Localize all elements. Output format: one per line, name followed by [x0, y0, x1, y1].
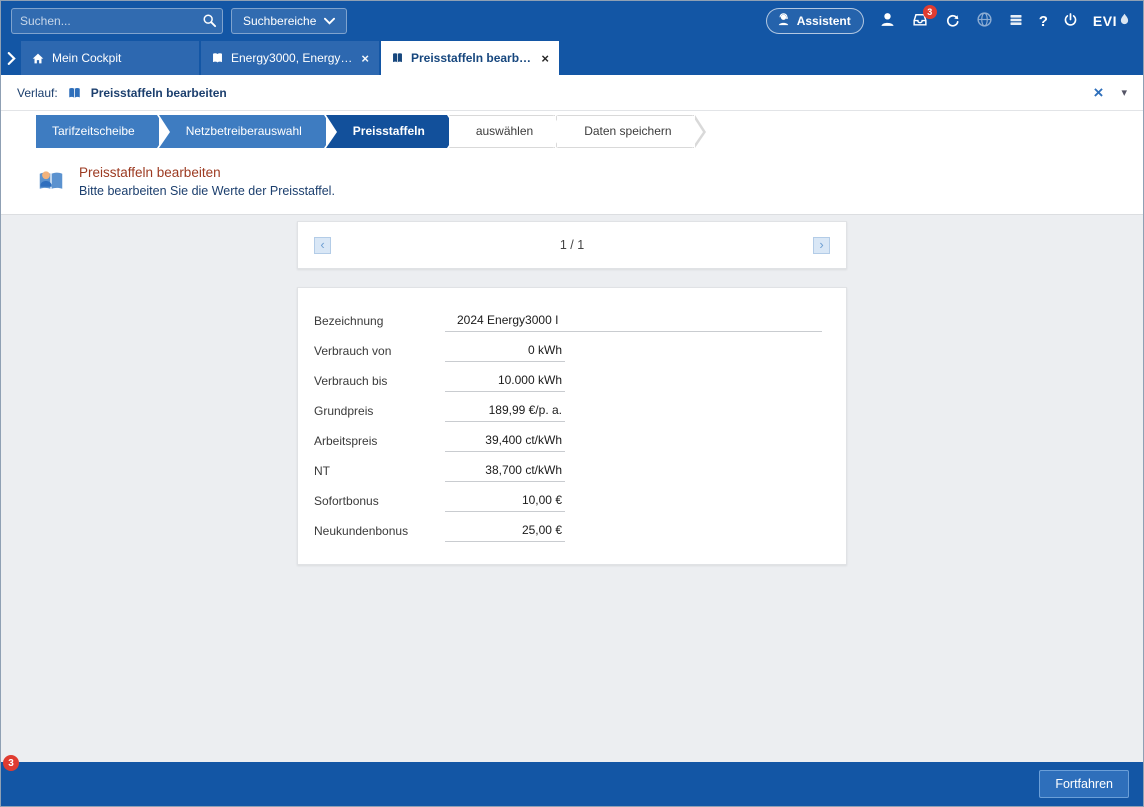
continue-button[interactable]: Fortfahren	[1039, 770, 1129, 798]
brand-logo: EVI	[1093, 13, 1129, 29]
pager-next-button[interactable]: ›	[813, 237, 830, 254]
topbar: Suchbereiche Assistent 3	[1, 1, 1143, 41]
tab[interactable]: Energy3000, Energy3... ×	[201, 41, 379, 75]
history-bar: Verlauf: Preisstaffeln bearbeiten × ▾	[1, 75, 1143, 111]
power-button[interactable]	[1063, 12, 1078, 31]
wizard-step-arrow	[695, 115, 706, 148]
search-box	[11, 8, 223, 34]
wizard-breadcrumb: Tarifzeitscheibe Netzbetreiberauswahl Pr…	[1, 111, 1143, 155]
page-subtitle: Bitte bearbeiten Sie die Werte der Preis…	[79, 184, 335, 198]
help-button[interactable]: ?	[1039, 13, 1048, 30]
field-label: Verbrauch bis	[314, 374, 445, 392]
inbox-button[interactable]: 3	[911, 11, 929, 31]
form-row: Neukundenbonus 25,00 €	[314, 512, 830, 542]
wizard-step[interactable]: Daten speichern	[557, 115, 693, 148]
wizard-step-label: Daten speichern	[584, 124, 671, 138]
power-icon	[1063, 12, 1078, 31]
form-row: Arbeitspreis 39,400 ct/kWh	[314, 422, 830, 452]
user-icon	[879, 11, 896, 31]
tab-icon	[211, 51, 224, 65]
application-window: Suchbereiche Assistent 3	[0, 0, 1144, 807]
page-header-text: Preisstaffeln bearbeiten Bitte bearbeite…	[79, 163, 335, 198]
redo-button[interactable]	[944, 12, 961, 31]
tab-close-icon[interactable]: ×	[541, 52, 549, 65]
field-input[interactable]: 189,99 €/p. a.	[445, 403, 565, 422]
pager-text: 1 / 1	[560, 238, 584, 252]
list-button[interactable]	[1008, 12, 1024, 31]
globe-user-icon	[976, 11, 993, 31]
globe-user-button[interactable]	[976, 11, 993, 31]
form-row: Bezeichnung 2024 Energy3000 I	[314, 302, 830, 332]
search-scope-label: Suchbereiche	[243, 14, 316, 28]
brand-droplet-icon	[1120, 13, 1129, 29]
tab-label: Energy3000, Energy3...	[231, 51, 354, 65]
tab[interactable]: Preisstaffeln bearbeit... ×	[381, 41, 559, 75]
wizard-step-label: Tarifzeitscheibe	[52, 124, 135, 138]
user-button[interactable]	[879, 11, 896, 31]
wizard-step-label: Preisstaffeln	[353, 124, 425, 138]
wizard-step[interactable]: Tarifzeitscheibe	[36, 115, 157, 148]
pager-card: ‹ 1 / 1 ›	[297, 221, 847, 269]
history-actions: × ▾	[1094, 84, 1127, 101]
close-icon[interactable]: ×	[1094, 84, 1104, 101]
tab-label: Mein Cockpit	[52, 51, 189, 65]
page-icon	[36, 165, 66, 195]
assistant-icon	[776, 12, 791, 30]
field-input[interactable]: 25,00 €	[445, 523, 565, 542]
brand-text: EVI	[1093, 13, 1117, 29]
form-row: NT 38,700 ct/kWh	[314, 452, 830, 482]
tab-label: Preisstaffeln bearbeit...	[411, 51, 534, 65]
tab[interactable]: Mein Cockpit	[21, 41, 199, 75]
field-input[interactable]: 38,700 ct/kWh	[445, 463, 565, 482]
assistant-label: Assistent	[797, 14, 851, 28]
field-label: Arbeitspreis	[314, 434, 445, 452]
search-scope-button[interactable]: Suchbereiche	[231, 8, 347, 34]
notification-badge[interactable]: 3	[3, 755, 19, 771]
wizard-step-label: Netzbetreiberauswahl	[186, 124, 302, 138]
wizard-step[interactable]: Preisstaffeln	[326, 115, 447, 148]
tab-strip: Mein Cockpit Energy3000, Energy3... × Pr…	[21, 41, 559, 75]
field-label: Bezeichnung	[314, 314, 445, 332]
content-area: ‹ 1 / 1 › Bezeichnung 2024 Energy3000 I …	[1, 214, 1143, 762]
page-title: Preisstaffeln bearbeiten	[79, 165, 335, 180]
form-row: Grundpreis 189,99 €/p. a.	[314, 392, 830, 422]
wizard-step-label: auswählen	[476, 124, 533, 138]
field-label: Grundpreis	[314, 404, 445, 422]
wizard-step[interactable]: Netzbetreiberauswahl	[159, 115, 324, 148]
history-book-icon	[67, 86, 82, 100]
field-input[interactable]: 0 kWh	[445, 343, 565, 362]
list-icon	[1008, 12, 1024, 31]
collapse-chevron-icon[interactable]	[1, 41, 21, 75]
bottombar: Fortfahren	[1, 762, 1143, 806]
field-label: Sofortbonus	[314, 494, 445, 512]
form-row: Verbrauch bis 10.000 kWh	[314, 362, 830, 392]
field-input[interactable]: 2024 Energy3000 I	[445, 313, 822, 332]
pager-prev-button[interactable]: ‹	[314, 237, 331, 254]
form-row: Sofortbonus 10,00 €	[314, 482, 830, 512]
field-label: NT	[314, 464, 445, 482]
caret-down-icon[interactable]: ▾	[1121, 86, 1127, 99]
page-header: Preisstaffeln bearbeiten Bitte bearbeite…	[1, 155, 1143, 214]
field-input[interactable]: 39,400 ct/kWh	[445, 433, 565, 452]
history-label: Verlauf:	[17, 86, 58, 100]
chevron-down-icon	[324, 14, 335, 28]
tab-icon	[31, 52, 45, 65]
field-input[interactable]: 10,00 €	[445, 493, 565, 512]
tabbar: Mein Cockpit Energy3000, Energy3... × Pr…	[1, 41, 1143, 75]
tab-close-icon[interactable]: ×	[361, 52, 369, 65]
redo-arrow-icon	[944, 12, 961, 31]
field-label: Neukundenbonus	[314, 524, 445, 542]
search-input[interactable]	[12, 14, 222, 28]
form-row: Verbrauch von 0 kWh	[314, 332, 830, 362]
field-input[interactable]: 10.000 kWh	[445, 373, 565, 392]
field-label: Verbrauch von	[314, 344, 445, 362]
wizard-step[interactable]: auswählen	[449, 115, 555, 148]
topbar-actions: Assistent 3	[766, 8, 1133, 34]
price-tier-form: Bezeichnung 2024 Energy3000 I Verbrauch …	[297, 287, 847, 565]
assistant-button[interactable]: Assistent	[766, 8, 864, 34]
history-entry[interactable]: Preisstaffeln bearbeiten	[91, 86, 227, 100]
inbox-badge: 3	[923, 5, 937, 19]
tab-icon	[391, 51, 404, 65]
